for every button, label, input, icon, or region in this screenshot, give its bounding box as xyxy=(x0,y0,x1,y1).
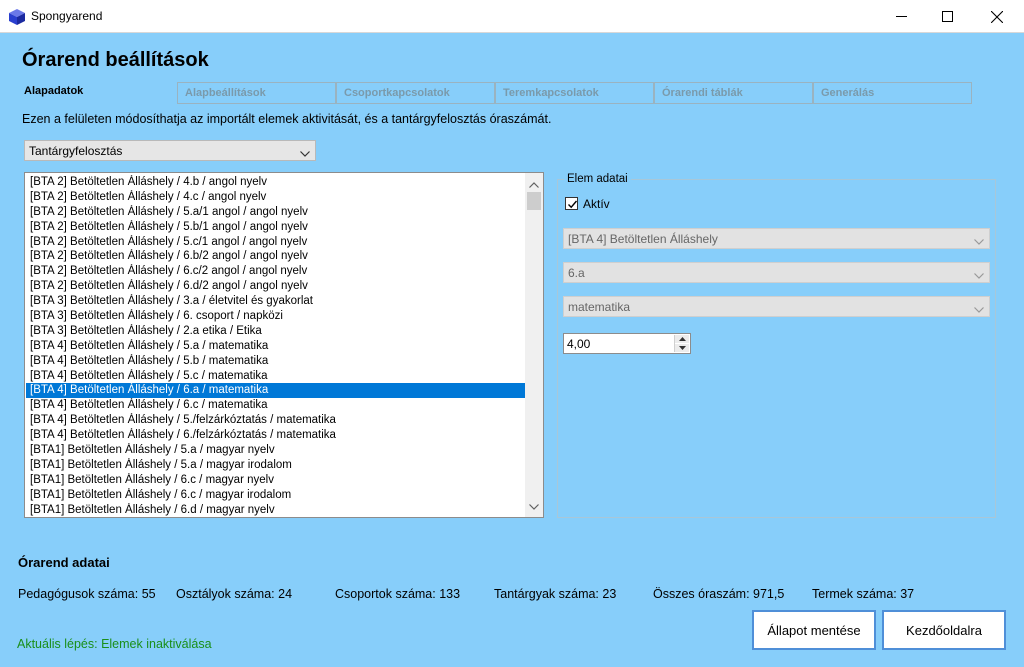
close-button[interactable] xyxy=(974,0,1020,33)
maximize-button[interactable] xyxy=(924,0,970,33)
stat-total-hours: Összes óraszám: 971,5 xyxy=(653,587,785,601)
stat-rooms: Termek száma: 37 xyxy=(812,587,915,601)
page-title: Órarend beállítások xyxy=(22,49,209,71)
minimize-icon xyxy=(895,11,907,22)
chevron-down-icon xyxy=(300,146,310,160)
list-item[interactable]: [BTA 4] Betöltetlen Álláshely / 6.a / ma… xyxy=(26,383,525,399)
list-scrollbar[interactable] xyxy=(525,173,543,517)
title-bar: Spongyarend xyxy=(0,0,1024,33)
list-item[interactable]: [BTA1] Betöltetlen Álláshely / 5.a / mag… xyxy=(26,458,525,473)
stat-teachers: Pedagógusok száma: 55 xyxy=(18,587,156,601)
chevron-down-icon xyxy=(974,234,984,248)
teacher-select[interactable]: [BTA 4] Betöltetlen Álláshely xyxy=(563,228,990,249)
tab-orarendi-tablak[interactable]: Órarendi táblák xyxy=(654,82,813,104)
assignment-list-items: [BTA 2] Betöltetlen Álláshely / 4.b / an… xyxy=(26,175,525,517)
tab-csoportkapcsolatok[interactable]: Csoportkapcsolatok xyxy=(336,82,495,104)
list-item[interactable]: [BTA 2] Betöltetlen Álláshely / 5.a/1 an… xyxy=(26,205,525,220)
list-item[interactable]: [BTA 2] Betöltetlen Álláshely / 4.c / an… xyxy=(26,190,525,205)
window-title: Spongyarend xyxy=(31,9,103,23)
list-item[interactable]: [BTA 3] Betöltetlen Álláshely / 2.a etik… xyxy=(26,324,525,339)
stat-classes: Osztályok száma: 24 xyxy=(176,587,293,601)
list-item[interactable]: [BTA 4] Betöltetlen Álláshely / 5./felzá… xyxy=(26,413,525,428)
class-select-value: 6.a xyxy=(568,266,585,280)
chevron-down-icon xyxy=(974,268,984,282)
home-button[interactable]: Kezdőoldalra xyxy=(882,610,1006,650)
save-state-button[interactable]: Állapot mentése xyxy=(752,610,876,650)
list-item[interactable]: [BTA 3] Betöltetlen Álláshely / 3.a / él… xyxy=(26,294,525,309)
list-item[interactable]: [BTA 2] Betöltetlen Álláshely / 6.c/2 an… xyxy=(26,264,525,279)
active-checkbox-label[interactable]: Aktív xyxy=(583,197,610,211)
list-item[interactable]: [BTA1] Betöltetlen Álláshely / 6.c / mag… xyxy=(26,488,525,503)
list-item[interactable]: [BTA 4] Betöltetlen Álláshely / 6./felzá… xyxy=(26,428,525,443)
page-description: Ezen a felületen módosíthatja az importá… xyxy=(22,112,552,126)
list-item[interactable]: [BTA 3] Betöltetlen Álláshely / 6. csopo… xyxy=(26,309,525,324)
hours-value[interactable]: 4,00 xyxy=(567,337,590,351)
list-item[interactable]: [BTA1] Betöltetlen Álláshely / 6.c / mag… xyxy=(26,473,525,488)
arrow-up-icon[interactable] xyxy=(675,335,689,343)
subject-select-value: matematika xyxy=(568,300,631,314)
stepper-buttons xyxy=(674,335,689,352)
list-item[interactable]: [BTA1] Betöltetlen Álláshely / 6.d / mag… xyxy=(26,503,525,517)
list-item[interactable]: [BTA 2] Betöltetlen Álláshely / 4.b / an… xyxy=(26,175,525,190)
tab-generalas[interactable]: Generálás xyxy=(813,82,972,104)
minimize-button[interactable] xyxy=(878,0,924,33)
active-checkbox[interactable] xyxy=(565,197,578,210)
cube-icon xyxy=(8,8,26,26)
hours-stepper[interactable]: 4,00 xyxy=(563,333,691,354)
list-item[interactable]: [BTA 4] Betöltetlen Álláshely / 5.a / ma… xyxy=(26,339,525,354)
list-item[interactable]: [BTA 2] Betöltetlen Álláshely / 6.b/2 an… xyxy=(26,249,525,264)
teacher-select-value: [BTA 4] Betöltetlen Álláshely xyxy=(568,232,718,246)
class-select[interactable]: 6.a xyxy=(563,262,990,283)
arrow-down-icon[interactable] xyxy=(675,344,689,352)
assignment-list[interactable]: [BTA 2] Betöltetlen Álláshely / 4.b / an… xyxy=(24,172,544,518)
stat-subjects: Tantárgyak száma: 23 xyxy=(494,587,617,601)
category-select-value: Tantárgyfelosztás xyxy=(29,144,123,158)
list-item[interactable]: [BTA1] Betöltetlen Álláshely / 5.a / mag… xyxy=(26,443,525,458)
list-item[interactable]: [BTA 2] Betöltetlen Álláshely / 5.c/1 an… xyxy=(26,235,525,250)
close-icon xyxy=(991,10,1003,23)
arrow-down-icon[interactable] xyxy=(529,499,539,513)
timetable-section-title: Órarend adatai xyxy=(18,555,110,570)
tab-teremkapcsolatok[interactable]: Teremkapcsolatok xyxy=(495,82,654,104)
element-details-legend: Elem adatai xyxy=(564,173,631,185)
scroll-thumb[interactable] xyxy=(527,192,541,210)
list-item[interactable]: [BTA 4] Betöltetlen Álláshely / 6.c / ma… xyxy=(26,398,525,413)
chevron-down-icon xyxy=(974,302,984,316)
list-item[interactable]: [BTA 2] Betöltetlen Álláshely / 6.d/2 an… xyxy=(26,279,525,294)
subject-select[interactable]: matematika xyxy=(563,296,990,317)
list-item[interactable]: [BTA 2] Betöltetlen Álláshely / 5.b/1 an… xyxy=(26,220,525,235)
maximize-icon xyxy=(941,11,953,22)
stat-groups: Csoportok száma: 133 xyxy=(335,587,461,601)
list-item[interactable]: [BTA 4] Betöltetlen Álláshely / 5.b / ma… xyxy=(26,354,525,369)
arrow-up-icon[interactable] xyxy=(529,177,539,191)
current-step-status: Aktuális lépés: Elemek inaktiválása xyxy=(17,637,212,651)
list-item[interactable]: [BTA 4] Betöltetlen Álláshely / 5.c / ma… xyxy=(26,369,525,384)
tab-alapbeallitasok[interactable]: Alapbeállítások xyxy=(177,82,336,104)
tab-alapadatok[interactable]: Alapadatok xyxy=(24,85,83,97)
category-select[interactable]: Tantárgyfelosztás xyxy=(24,140,316,161)
